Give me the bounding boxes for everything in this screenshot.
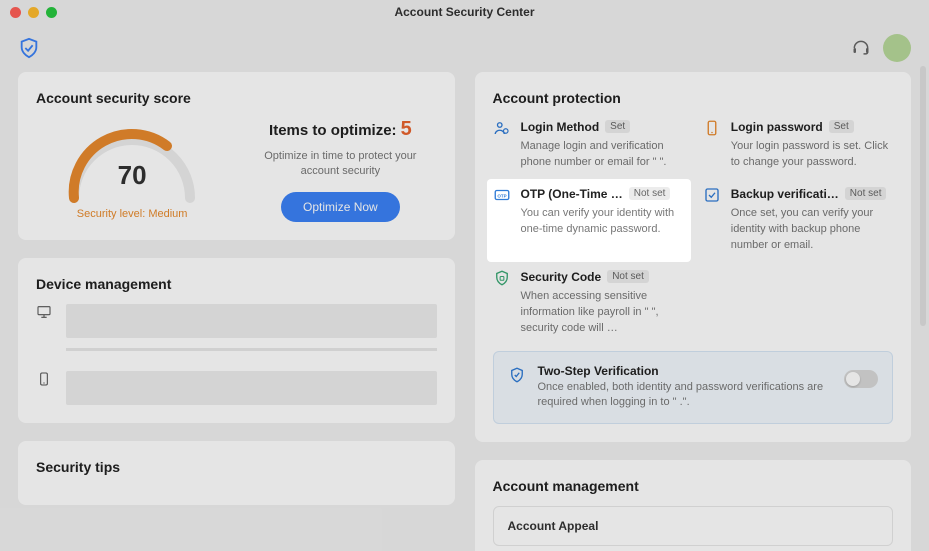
security-score-card: Account security score 70 Security level… [18, 72, 455, 240]
score-gauge: 70 [62, 120, 202, 206]
user-icon [493, 119, 511, 137]
svg-text:OTP: OTP [497, 193, 506, 198]
protection-item-otp[interactable]: OTP OTP (One-Time … Not set You can verif… [487, 179, 691, 262]
score-value: 70 [62, 160, 202, 191]
protection-item-login-method[interactable]: Login Method Set Manage login and verific… [493, 118, 683, 171]
status-badge: Not set [629, 187, 671, 200]
security-tips-heading: Security tips [36, 459, 437, 475]
backup-check-icon [703, 186, 721, 204]
status-badge: Not set [607, 270, 649, 283]
optimize-now-button[interactable]: Optimize Now [281, 192, 400, 222]
protection-item-backup-verification[interactable]: Backup verificati… Not set Once set, you … [703, 185, 893, 254]
protection-item-security-code[interactable]: Security Code Not set When accessing sens… [493, 268, 683, 337]
status-badge: Set [605, 120, 630, 133]
two-step-verification-row: Two-Step Verification Once enabled, both… [493, 351, 894, 425]
two-step-toggle[interactable] [844, 370, 878, 388]
security-tips-card: Security tips [18, 441, 455, 505]
app-header [0, 24, 929, 72]
device-management-card: Device management [18, 258, 455, 423]
phone-icon [36, 371, 52, 387]
protection-item-title: Login Method [521, 120, 600, 134]
protection-item-title: Backup verificati… [731, 187, 839, 201]
scrollbar[interactable] [920, 66, 926, 326]
security-level-label: Security level: Medium [77, 208, 188, 220]
user-avatar[interactable] [883, 34, 911, 62]
shield-lock-icon [493, 269, 511, 287]
app-logo-shield-icon [18, 37, 40, 59]
device-management-heading: Device management [36, 276, 437, 292]
shield-check-icon [508, 366, 526, 384]
account-management-heading: Account management [493, 478, 894, 494]
protection-item-title: OTP (One-Time … [521, 187, 623, 201]
two-step-title: Two-Step Verification [538, 364, 833, 378]
support-headset-icon[interactable] [851, 38, 871, 58]
account-appeal-row[interactable]: Account Appeal [493, 506, 894, 546]
two-step-desc: Once enabled, both identity and password… [538, 380, 833, 412]
protection-item-title: Login password [731, 120, 823, 134]
account-protection-card: Account protection Login Method Set Manag… [475, 72, 912, 442]
protection-item-desc: You can verify your identity with one-ti… [521, 206, 683, 238]
phone-password-icon [703, 119, 721, 137]
window-title: Account Security Center [0, 5, 929, 19]
security-score-heading: Account security score [36, 90, 437, 106]
status-badge: Set [829, 120, 854, 133]
device-row-mobile[interactable] [36, 371, 437, 405]
device-row-desktop[interactable] [36, 304, 437, 351]
optimize-count: 5 [401, 118, 412, 140]
account-protection-heading: Account protection [493, 90, 894, 106]
optimize-label: Items to optimize: [269, 122, 397, 139]
otp-icon: OTP [493, 186, 511, 204]
protection-item-desc: Your login password is set. Click to cha… [731, 139, 893, 171]
titlebar: Account Security Center [0, 0, 929, 24]
protection-item-title: Security Code [521, 270, 602, 284]
account-management-card: Account management Account Appeal [475, 460, 912, 551]
optimize-description: Optimize in time to protect your account… [260, 149, 420, 180]
protection-item-desc: Manage login and verification phone numb… [521, 139, 683, 171]
protection-item-login-password[interactable]: Login password Set Your login password is… [703, 118, 893, 171]
account-appeal-label: Account Appeal [508, 519, 599, 533]
protection-item-desc: Once set, you can verify your identity w… [731, 206, 893, 254]
protection-item-desc: When accessing sensitive information lik… [521, 289, 683, 337]
desktop-icon [36, 304, 52, 320]
status-badge: Not set [845, 187, 887, 200]
